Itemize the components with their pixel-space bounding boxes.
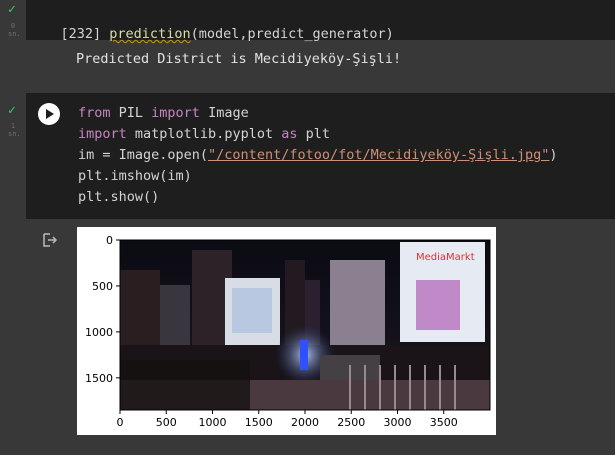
code-line-2[interactable]: import matplotlib.pyplot as plt: [78, 126, 330, 142]
code-cell-1[interactable]: [232] prediction(model,predict_generator…: [26, 0, 615, 42]
cell2-exec-time: 1 sn.: [8, 122, 21, 138]
cell1-exec-time: 0 sn.: [8, 22, 21, 38]
cell1-status-check-icon: ✓: [8, 2, 16, 17]
code-cell-2[interactable]: from PIL import Image import matplotlib.…: [26, 93, 615, 219]
cell1-function-args: (model,predict_generator): [190, 26, 394, 42]
code-line-3[interactable]: im = Image.open("/content/fotoo/fot/Meci…: [78, 147, 558, 163]
cell1-exec-count: [232]: [60, 26, 102, 42]
image-path-string[interactable]: "/content/fotoo/fot/Mecidiyeköy-Şişli.jp…: [208, 147, 549, 163]
code-line-4[interactable]: plt.imshow(im): [78, 168, 192, 184]
code-line-5[interactable]: plt.show(): [78, 189, 159, 205]
cell2-status-check-icon: ✓: [8, 103, 16, 118]
svg-text:MediaMarkt: MediaMarkt: [416, 252, 475, 263]
cell1-output-text: Predicted District is Mecidiyeköy-Şişli!: [76, 51, 402, 67]
run-cell-button[interactable]: [38, 103, 60, 125]
code-line-1[interactable]: from PIL import Image: [78, 105, 249, 121]
plot-image: MediaMarkt: [120, 240, 490, 410]
cell1-function-name: prediction: [109, 26, 191, 42]
output-toggle-icon[interactable]: [42, 232, 58, 247]
